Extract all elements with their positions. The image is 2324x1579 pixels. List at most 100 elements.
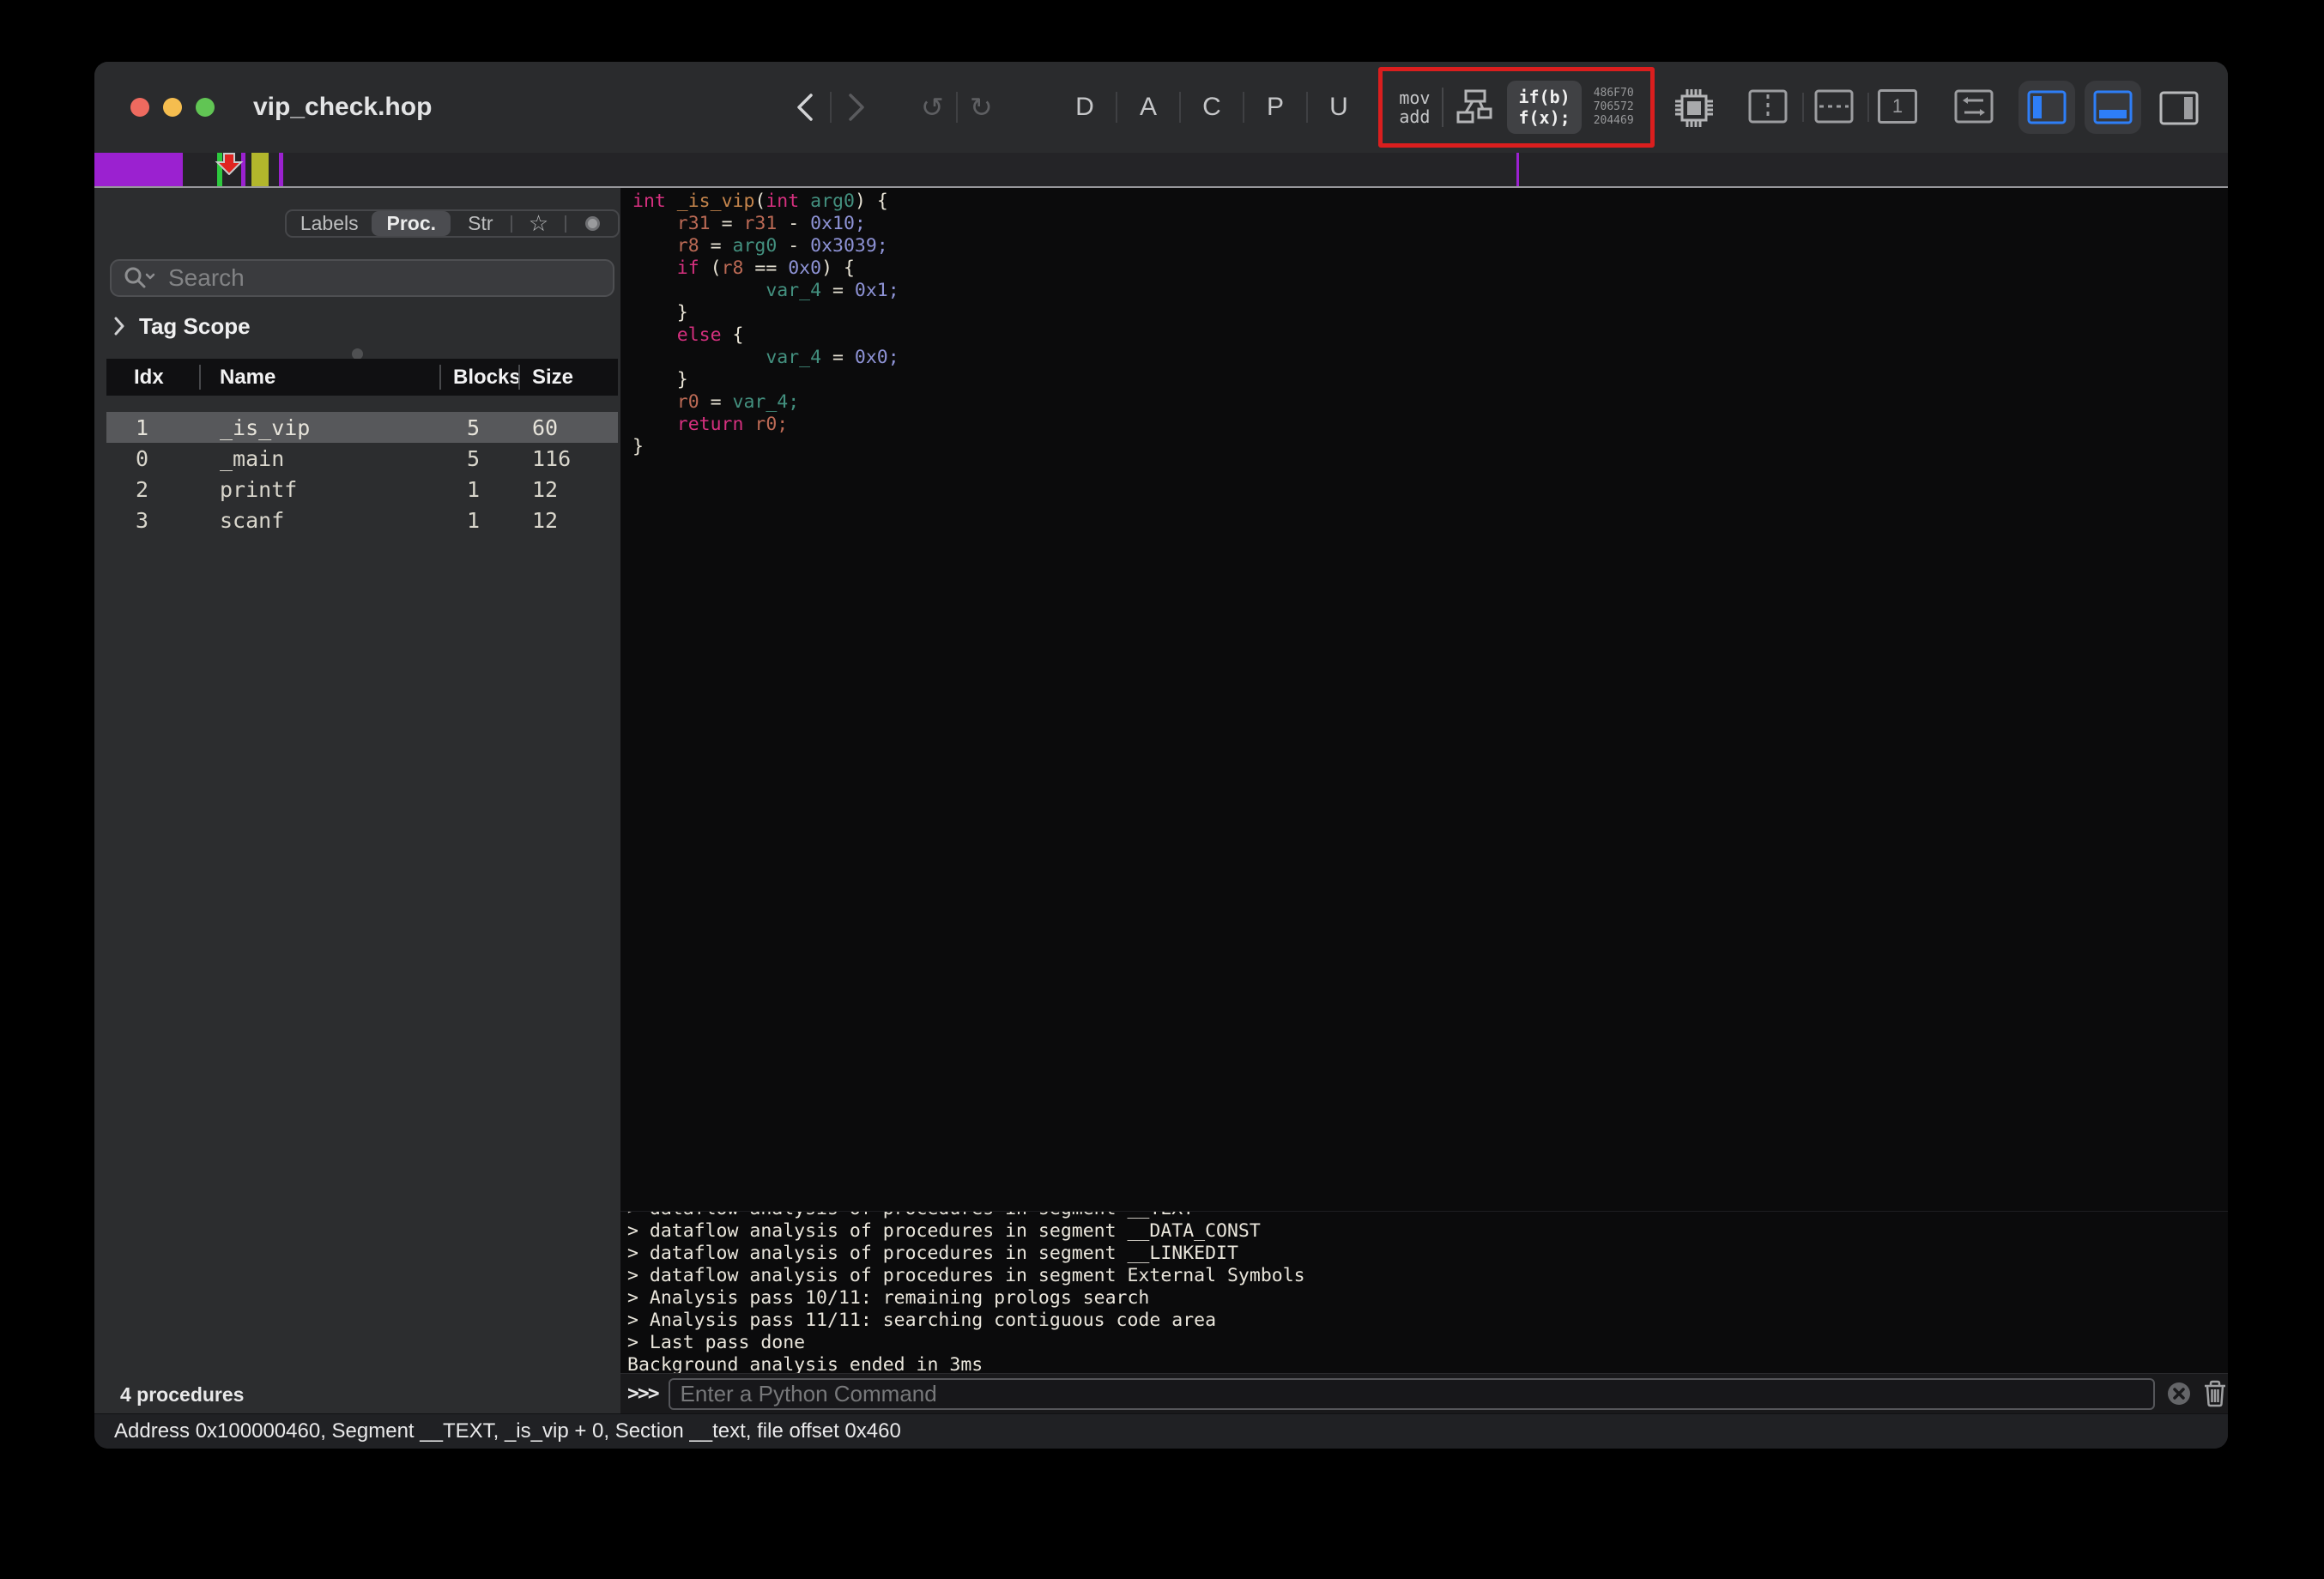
address-status-text: Address 0x100000460, Segment __TEXT, _is… bbox=[114, 1419, 901, 1443]
toolbar-separator bbox=[1442, 88, 1443, 127]
column-header-idx[interactable]: Idx bbox=[106, 366, 208, 390]
swap-panes-button[interactable] bbox=[1954, 89, 1994, 128]
tab-bookmarks[interactable]: ☆ bbox=[512, 211, 566, 236]
tag-scope-disclosure[interactable]: Tag Scope bbox=[113, 313, 251, 339]
toggle-right-panel-button[interactable] bbox=[2159, 91, 2199, 130]
table-row[interactable]: 3scanf112 bbox=[106, 505, 618, 535]
code-line: int _is_vip(int arg0) { bbox=[632, 191, 2228, 213]
app-window: vip_check.hop ↺ ↻ DACPU mov add bbox=[94, 62, 2228, 1449]
code-token: = bbox=[821, 280, 855, 301]
binary-overview-strip[interactable] bbox=[94, 153, 2228, 188]
tab-labels[interactable]: Labels bbox=[287, 211, 372, 236]
code-line: r31 = r31 - 0x10; bbox=[632, 213, 2228, 235]
code-line: r8 = arg0 - 0x3039; bbox=[632, 235, 2228, 257]
view-mode-letter-buttons: DACPU bbox=[1054, 92, 1370, 123]
code-token: _is_vip bbox=[677, 191, 755, 212]
filled-circle-icon bbox=[585, 216, 600, 231]
clear-console-button[interactable] bbox=[2167, 1382, 2191, 1406]
mode-letter-button-u[interactable]: U bbox=[1308, 93, 1370, 122]
console-line: Background analysis ended in 3ms bbox=[627, 1354, 1305, 1373]
tab-tagged[interactable] bbox=[566, 211, 618, 236]
table-cell: _main bbox=[208, 446, 446, 471]
column-header-size[interactable]: Size bbox=[525, 366, 618, 390]
search-placeholder: Search bbox=[168, 264, 245, 292]
redo-button[interactable]: ↻ bbox=[970, 92, 993, 123]
hex-mode-button[interactable]: 486F70 706572 204469 bbox=[1594, 87, 1634, 128]
code-token bbox=[632, 391, 677, 413]
code-token: r8 bbox=[722, 257, 744, 279]
tab-strings[interactable]: Str bbox=[451, 211, 511, 236]
code-token: 0x0 bbox=[788, 257, 821, 279]
procedures-table-rows: 1_is_vip5600_main51162printf1123scanf112 bbox=[106, 412, 618, 535]
current-location-arrow-icon bbox=[213, 153, 245, 175]
table-row[interactable]: 2printf112 bbox=[106, 474, 618, 505]
toggle-bottom-panel-button[interactable] bbox=[2085, 81, 2141, 134]
code-token: arg0 bbox=[733, 235, 778, 257]
table-cell: 1 bbox=[106, 415, 208, 440]
status-bar: Address 0x100000460, Segment __TEXT, _is… bbox=[94, 1413, 2228, 1449]
mode-letter-button-a[interactable]: A bbox=[1117, 93, 1179, 122]
toggle-left-panel-button[interactable] bbox=[2018, 81, 2075, 134]
mode-letter-button-p[interactable]: P bbox=[1244, 93, 1306, 122]
vertical-split-icon bbox=[1748, 89, 1788, 124]
close-window-button[interactable] bbox=[130, 98, 149, 117]
toolbar-separator bbox=[956, 92, 958, 123]
split-view-horizontal-button[interactable] bbox=[1814, 89, 1854, 128]
search-field[interactable]: Search bbox=[110, 259, 614, 297]
redo-icon: ↻ bbox=[970, 92, 993, 123]
code-token: r0; bbox=[754, 414, 788, 435]
console-line: > dataflow analysis of procedures in seg… bbox=[627, 1265, 1305, 1287]
procedure-count-label: 4 procedures bbox=[120, 1383, 244, 1407]
column-header-name[interactable]: Name bbox=[208, 366, 446, 390]
split-view-vertical-button[interactable] bbox=[1748, 89, 1788, 128]
minimize-window-button[interactable] bbox=[163, 98, 182, 117]
analysis-console[interactable]: > dataflow analysis of procedures in seg… bbox=[620, 1211, 2228, 1373]
trash-icon bbox=[2205, 1382, 2225, 1406]
table-cell: 116 bbox=[525, 446, 618, 471]
code-token: == bbox=[743, 257, 788, 279]
assembly-mode-button[interactable]: mov add bbox=[1399, 88, 1430, 126]
console-line-clipped: > dataflow analysis of procedures in seg… bbox=[627, 1211, 1305, 1220]
code-token: var_4 bbox=[766, 347, 821, 368]
code-token: ) { bbox=[821, 257, 855, 279]
table-row[interactable]: 1_is_vip560 bbox=[106, 412, 618, 443]
zoom-window-button[interactable] bbox=[196, 98, 215, 117]
display-mode-group-highlight: mov add if(b) f(x); bbox=[1378, 67, 1655, 148]
column-header-blocks[interactable]: Blocks bbox=[446, 366, 525, 390]
mode-letter-button-d[interactable]: D bbox=[1054, 93, 1116, 122]
search-icon bbox=[124, 266, 158, 290]
cfg-mode-button[interactable] bbox=[1456, 88, 1495, 126]
mode-letter-button-c[interactable]: C bbox=[1181, 93, 1243, 122]
python-command-input[interactable]: Enter a Python Command bbox=[669, 1378, 2155, 1410]
toolbar-separator bbox=[830, 92, 832, 123]
code-token: 0x0; bbox=[855, 347, 899, 368]
navigate-back-button[interactable] bbox=[794, 92, 816, 123]
single-view-label: 1 bbox=[1892, 95, 1903, 118]
procedures-table: Idx Name Blocks Size 1_is_vip5600_main51… bbox=[106, 359, 618, 535]
procedures-table-header[interactable]: Idx Name Blocks Size bbox=[106, 359, 618, 396]
pseudocode-listing: int _is_vip(int arg0) { r31 = r31 - 0x10… bbox=[620, 188, 2228, 458]
console-line: > Analysis pass 11/11: searching contigu… bbox=[627, 1310, 1305, 1332]
code-token: int bbox=[632, 191, 666, 212]
cpu-info-button[interactable] bbox=[1673, 88, 1715, 133]
code-token: = bbox=[699, 235, 733, 257]
console-line: > dataflow analysis of procedures in seg… bbox=[627, 1243, 1305, 1265]
python-input-placeholder: Enter a Python Command bbox=[681, 1381, 937, 1407]
tab-procedures[interactable]: Proc. bbox=[372, 211, 451, 236]
navigate-forward-button[interactable] bbox=[845, 92, 868, 123]
sidebar-tab-bar: Labels Proc. Str ☆ bbox=[285, 209, 620, 238]
code-token: } bbox=[632, 302, 688, 324]
code-token: { bbox=[722, 324, 744, 346]
delete-log-button[interactable] bbox=[2203, 1380, 2227, 1407]
column-separator bbox=[518, 365, 520, 390]
code-token: r0 bbox=[677, 391, 699, 413]
code-token: r31 bbox=[743, 213, 777, 234]
undo-button[interactable]: ↺ bbox=[921, 92, 944, 123]
table-row[interactable]: 0_main5116 bbox=[106, 443, 618, 474]
pseudocode-mode-button[interactable]: if(b) f(x); bbox=[1507, 81, 1581, 134]
table-cell: 2 bbox=[106, 477, 208, 502]
pseudocode-pane[interactable]: int _is_vip(int arg0) { r31 = r31 - 0x10… bbox=[620, 188, 2228, 1413]
code-line: } bbox=[632, 436, 2228, 458]
single-view-button[interactable]: 1 bbox=[1878, 89, 1917, 124]
code-token bbox=[632, 280, 766, 301]
